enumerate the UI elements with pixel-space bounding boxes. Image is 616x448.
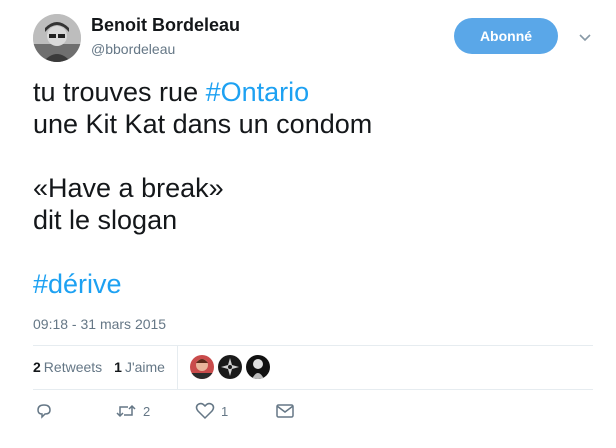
- stats-separator: [176, 345, 178, 389]
- retweets-stat[interactable]: 2 Retweets: [33, 359, 102, 375]
- tweet-line-2: une Kit Kat dans un condom: [33, 109, 373, 139]
- hashtag-ontario-link[interactable]: #Ontario: [206, 77, 310, 107]
- like-button[interactable]: 1: [195, 402, 228, 420]
- tweet-text: tu trouves rue #Ontario une Kit Kat dans…: [33, 76, 593, 300]
- chevron-down-icon[interactable]: [578, 31, 592, 45]
- retweet-count: 2: [143, 403, 151, 419]
- tweet-timestamp[interactable]: 09:18 - 31 mars 2015: [33, 316, 166, 332]
- likes-count: 1: [114, 359, 122, 375]
- user-avatar-photo-icon: [33, 14, 81, 62]
- following-button[interactable]: Abonné: [454, 18, 558, 54]
- like-count: 1: [221, 403, 229, 419]
- envelope-icon: [276, 404, 294, 418]
- hashtag-derive-link[interactable]: #dérive: [33, 269, 122, 299]
- divider: [33, 389, 593, 390]
- retweets-count: 2: [33, 359, 41, 375]
- tweet-line-1: tu trouves rue #Ontario: [33, 76, 593, 108]
- liker-avatar-2[interactable]: [217, 355, 242, 379]
- author-avatar[interactable]: [33, 14, 81, 62]
- retweets-label: Retweets: [43, 359, 103, 375]
- author-handle[interactable]: @bbordeleau: [91, 41, 175, 57]
- retweet-icon: [116, 404, 136, 418]
- likes-stat[interactable]: 1 J'aime: [114, 359, 165, 375]
- tweet-line-4: dit le slogan: [33, 205, 178, 235]
- reply-icon: [37, 404, 51, 419]
- liker-avatar-3[interactable]: [245, 355, 270, 379]
- tweet-stats: 2 Retweets 1 J'aime: [33, 345, 593, 389]
- likes-label: J'aime: [124, 359, 165, 375]
- tweet-line-3: «Have a break»: [33, 173, 224, 203]
- direct-message-button[interactable]: [275, 402, 295, 420]
- tweet-text-segment: tu trouves rue: [33, 77, 206, 107]
- reply-button[interactable]: [35, 402, 53, 420]
- liker-avatar-1[interactable]: [189, 355, 214, 379]
- retweet-button[interactable]: 2: [115, 402, 150, 420]
- heart-icon: [195, 402, 215, 420]
- author-name[interactable]: Benoit Bordeleau: [91, 15, 240, 36]
